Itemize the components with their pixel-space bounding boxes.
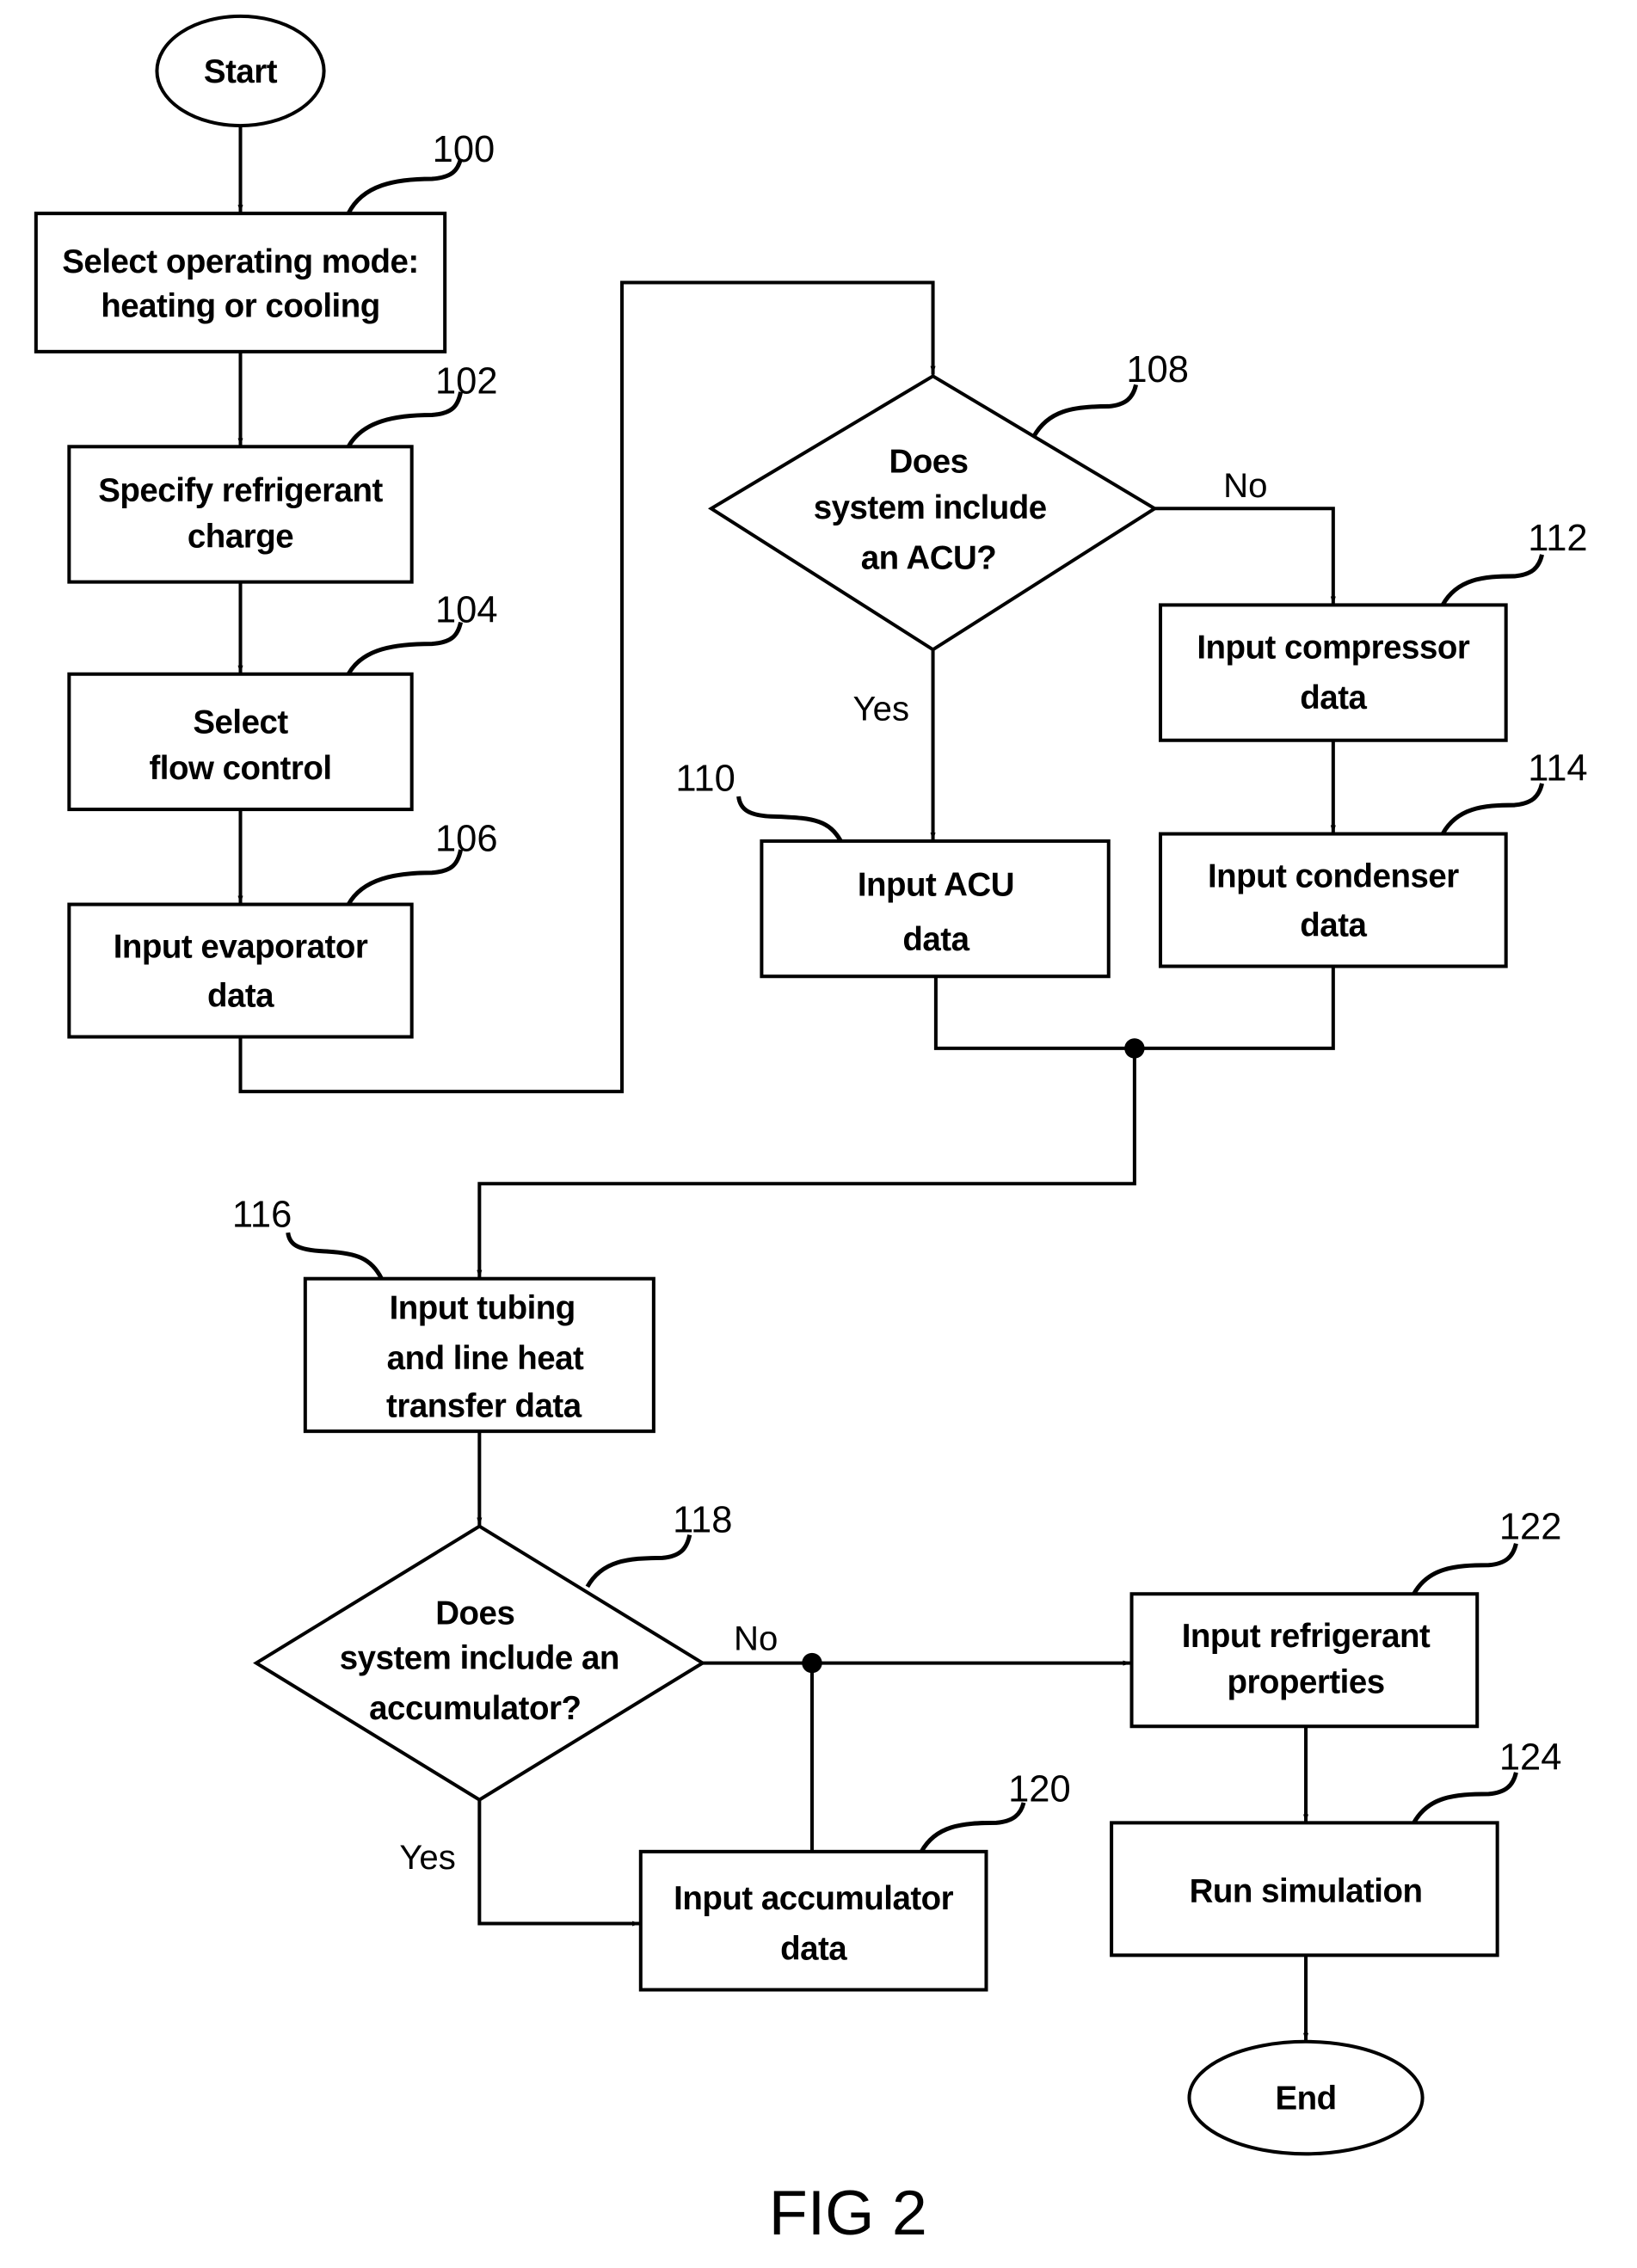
ref-114: 114	[1528, 748, 1587, 790]
leader-116	[286, 1232, 384, 1280]
leader-108	[1031, 384, 1139, 438]
decision-108-includes-acu: Does system include an ACU? 108	[707, 349, 1189, 652]
ref-116: 116	[232, 1194, 292, 1235]
step-112-input-compressor-data: Input compressor data 112	[1158, 518, 1588, 742]
step-122-line-2: properties	[1227, 1664, 1384, 1701]
end-terminal: End	[1187, 2039, 1425, 2156]
step-120-line-2: data	[780, 1930, 847, 1967]
step-102-line-1: Specify refrigerant	[98, 472, 383, 509]
step-120-input-accumulator-data: Input accumulator data 120	[638, 1768, 1071, 1992]
leader-114	[1440, 783, 1544, 835]
start-terminal: Start	[155, 14, 326, 128]
step-110-line-1: Input ACU	[858, 867, 1014, 904]
decision-118-line-3: accumulator?	[369, 1690, 581, 1727]
decision-118-includes-accumulator: Does system include an accumulator? 118	[253, 1499, 732, 1802]
decision-118-line-1: Does	[435, 1595, 514, 1632]
ref-104: 104	[435, 589, 498, 630]
decision-108-no-label: No	[1223, 466, 1267, 505]
step-124-line-1: Run simulation	[1190, 1872, 1423, 1909]
step-100-line-2: heating or cooling	[101, 288, 379, 325]
ref-124: 124	[1499, 1736, 1562, 1778]
leader-118	[585, 1534, 692, 1589]
step-120-line-1: Input accumulator	[674, 1880, 954, 1917]
step-124-run-simulation: Run simulation 124	[1110, 1736, 1562, 1958]
step-122-input-refrigerant-properties: Input refrigerant properties 122	[1129, 1507, 1562, 1729]
connector-merge-116	[477, 1048, 1136, 1279]
leader-120	[919, 1802, 1026, 1853]
step-116-input-tubing-data: Input tubing and line heat transfer data…	[232, 1194, 655, 1434]
leader-124	[1412, 1772, 1518, 1824]
step-116-line-1: Input tubing	[390, 1290, 575, 1327]
decision-118-no-label: No	[734, 1620, 778, 1658]
decision-108-line-1: Does	[889, 443, 968, 480]
connector-108-no-112	[1154, 507, 1336, 605]
ref-112: 112	[1528, 518, 1587, 559]
step-106-line-1: Input evaporator	[114, 928, 368, 965]
step-116-line-3: transfer data	[386, 1387, 582, 1424]
step-106-line-2: data	[207, 977, 274, 1014]
figure-caption: FIG 2	[769, 2177, 927, 2248]
ref-110: 110	[675, 758, 735, 799]
step-112-line-2: data	[1300, 679, 1367, 716]
ref-120: 120	[1008, 1768, 1071, 1810]
leader-112	[1440, 554, 1544, 606]
decision-118-line-2: system include an	[340, 1639, 619, 1676]
decision-108-line-3: an ACU?	[861, 540, 997, 577]
start-label: Start	[204, 53, 278, 90]
leader-122	[1412, 1543, 1518, 1595]
step-110-input-acu-data: Input ACU data 110	[675, 758, 1111, 979]
step-104-line-1: Select	[193, 704, 288, 741]
ref-118: 118	[673, 1499, 732, 1540]
step-114-input-condenser-data: Input condenser data 114	[1158, 748, 1588, 968]
ref-102: 102	[435, 360, 498, 402]
step-102-line-2: charge	[188, 518, 293, 555]
connector-110-merge	[933, 966, 1335, 1050]
flowchart: Start Select operating mode: heating or …	[34, 14, 1588, 2248]
decision-118-yes-label: Yes	[399, 1838, 456, 1877]
step-100-line-1: Select operating mode:	[62, 243, 418, 280]
step-102-specify-refrigerant-charge: Specify refrigerant charge 102	[67, 360, 498, 584]
decision-108-yes-label: Yes	[853, 689, 910, 728]
connector-118-yes-120	[477, 1799, 641, 1927]
step-116-line-2: and line heat	[387, 1340, 584, 1377]
ref-108: 108	[1126, 349, 1189, 390]
step-122-line-1: Input refrigerant	[1182, 1618, 1431, 1655]
step-104-select-flow-control: Select flow control 104	[67, 589, 498, 812]
ref-100: 100	[433, 129, 495, 170]
ref-122: 122	[1499, 1507, 1562, 1548]
step-112-line-1: Input compressor	[1197, 629, 1470, 666]
step-100-select-operating-mode: Select operating mode: heating or coolin…	[34, 129, 495, 353]
leader-110	[736, 796, 843, 843]
ref-106: 106	[435, 819, 498, 860]
step-110-line-2: data	[902, 921, 969, 958]
decision-108-line-2: system include	[814, 489, 1047, 526]
step-104-line-2: flow control	[149, 750, 331, 787]
end-label: End	[1275, 2080, 1336, 2117]
step-106-input-evaporator-data: Input evaporator data 106	[67, 819, 498, 1039]
step-114-line-2: data	[1300, 907, 1367, 943]
step-114-line-1: Input condenser	[1208, 857, 1459, 894]
